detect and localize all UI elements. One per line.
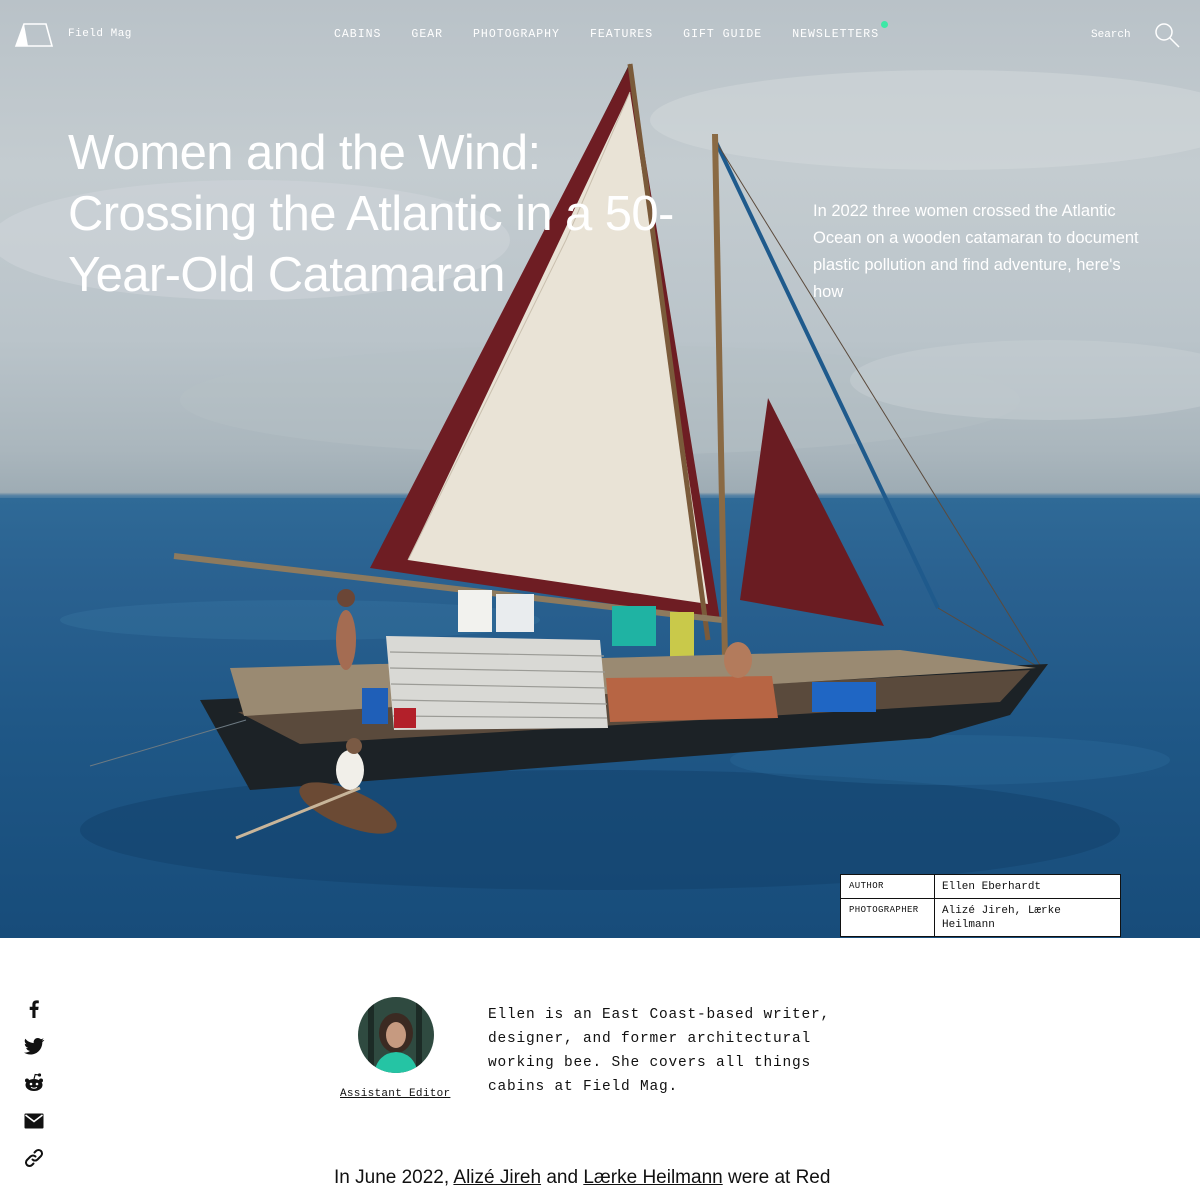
credit-value[interactable]: Alizé Jireh, Lærke Heilmann [935, 899, 1120, 936]
photographer-link-alize[interactable]: Alizé Jireh [453, 1167, 541, 1188]
article-dek: In 2022 three women crossed the Atlantic… [813, 202, 1139, 301]
nav-item-features[interactable]: FEATURES [590, 28, 653, 41]
credit-key: PHOTOGRAPHER [841, 899, 935, 936]
credit-row: PHOTOGRAPHER Alizé Jireh, Lærke Heilmann [841, 898, 1120, 936]
article-headline: Women and the Wind: Crossing the Atlanti… [68, 126, 674, 302]
top-navigation: Field Mag CABINS GEAR PHOTOGRAPHY FEATUR… [0, 0, 1200, 70]
credit-key: AUTHOR [841, 875, 935, 898]
search-label[interactable]: Search [1091, 29, 1131, 41]
nav-item-photography[interactable]: PHOTOGRAPHY [473, 28, 560, 41]
twitter-icon[interactable] [22, 1034, 46, 1058]
credit-row: AUTHOR Ellen Eberhardt [841, 875, 1120, 898]
main-menu: CABINS GEAR PHOTOGRAPHY FEATURES GIFT GU… [334, 21, 889, 41]
brand-name[interactable]: Field Mag [68, 28, 132, 40]
hero-section: Field Mag CABINS GEAR PHOTOGRAPHY FEATUR… [0, 0, 1200, 938]
nav-item-gift-guide[interactable]: GIFT GUIDE [683, 28, 762, 41]
author-avatar[interactable] [358, 997, 434, 1073]
field-mag-logo-icon[interactable] [14, 22, 54, 48]
article-intro-paragraph: In June 2022, Alizé Jireh and Lærke Heil… [334, 1164, 874, 1192]
credits-table: AUTHOR Ellen Eberhardt PHOTOGRAPHER Aliz… [840, 874, 1121, 937]
new-indicator-dot [881, 21, 889, 28]
link-icon[interactable] [22, 1146, 46, 1170]
nav-item-newsletters[interactable]: NEWSLETTERS [792, 21, 889, 41]
intro-suffix: were at Red [722, 1167, 831, 1188]
intro-prefix: In June 2022, [334, 1167, 454, 1188]
author-role-link[interactable]: Assistant Editor [340, 1088, 450, 1100]
photographer-link-laerke[interactable]: Lærke Heilmann [583, 1167, 722, 1188]
email-icon[interactable] [22, 1109, 46, 1133]
intro-mid: and [541, 1167, 584, 1188]
nav-item-gear[interactable]: GEAR [411, 28, 443, 41]
share-bar [22, 996, 46, 1184]
author-bio: Ellen is an East Coast-based writer, des… [488, 1007, 831, 1095]
facebook-icon[interactable] [22, 996, 46, 1020]
search-icon[interactable] [1154, 22, 1180, 48]
newsletters-label: NEWSLETTERS [792, 28, 880, 41]
nav-item-cabins[interactable]: CABINS [334, 28, 381, 41]
credit-value[interactable]: Ellen Eberhardt [935, 875, 1120, 898]
reddit-icon[interactable] [22, 1071, 46, 1095]
